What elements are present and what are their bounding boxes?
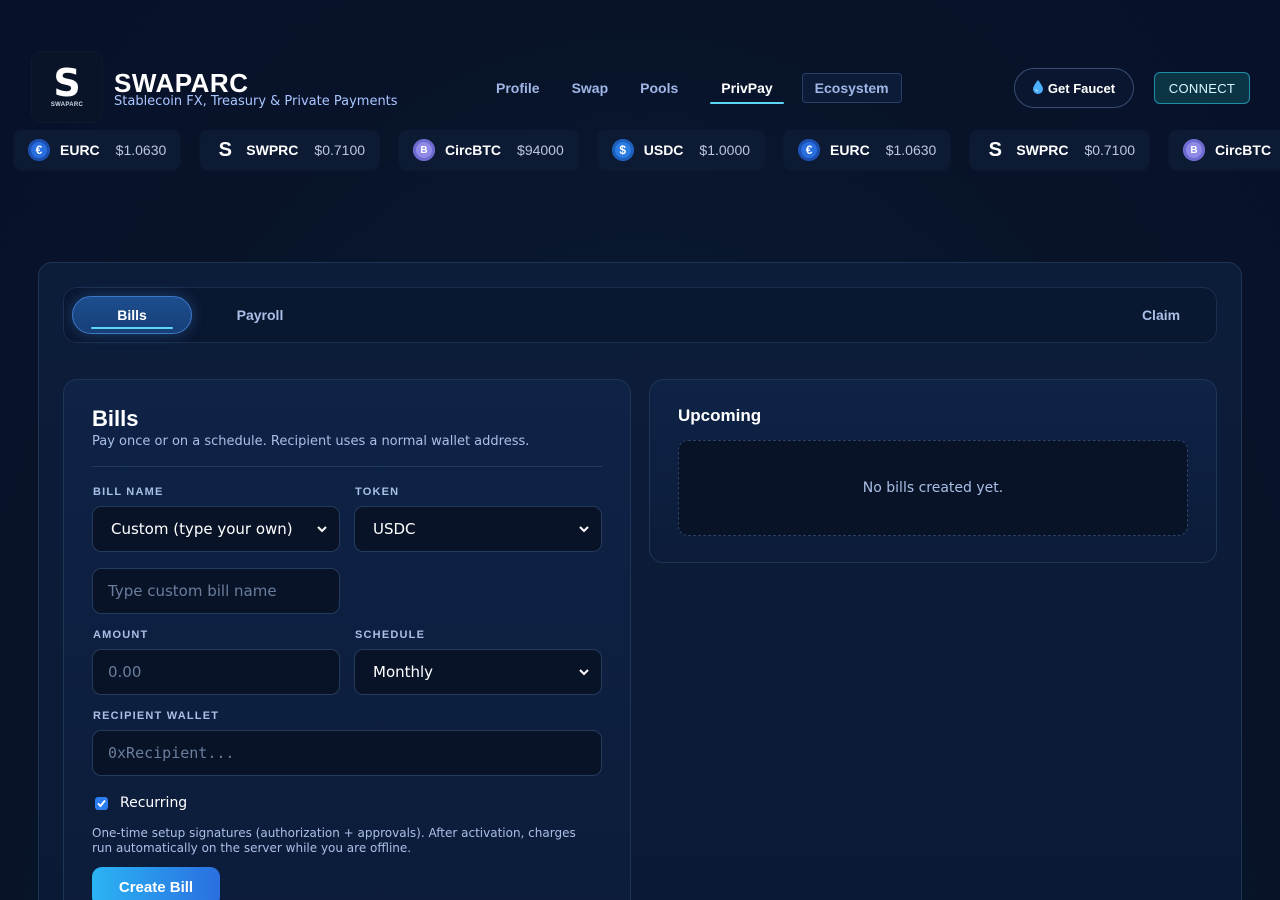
tab-bills[interactable]: Bills xyxy=(72,296,192,334)
custom-bill-name-input[interactable]: Type custom bill name xyxy=(92,568,340,614)
bill-name-select[interactable]: Custom (type your own) xyxy=(92,506,340,552)
ticker-price: $1.0630 xyxy=(115,142,167,158)
token-value: USDC xyxy=(373,520,416,538)
ticker-symbol: SWPRC xyxy=(1016,142,1069,158)
main-nav: Profile Swap Pools PrivPay Ecosystem xyxy=(480,73,902,104)
swprc-coin-icon: S xyxy=(988,138,1002,161)
upcoming-title: Upcoming xyxy=(678,406,762,425)
nav-item-pools[interactable]: Pools xyxy=(624,73,694,103)
ticker-item: B CircBTC $94000 xyxy=(399,130,578,170)
ticker-item: S SWPRC $0.7100 xyxy=(970,130,1150,170)
recurring-toggle[interactable]: Recurring xyxy=(95,795,187,811)
ticker-price: $1.0000 xyxy=(699,142,751,158)
get-faucet-label: Get Faucet xyxy=(1047,80,1116,96)
ticker-symbol: USDC xyxy=(643,142,684,158)
get-faucet-button[interactable]: Get Faucet xyxy=(1014,68,1134,108)
eurc-coin-icon: € xyxy=(798,139,821,161)
create-bill-button[interactable]: Create Bill xyxy=(92,867,220,900)
connect-wallet-button[interactable]: CONNECT xyxy=(1154,72,1250,104)
ticker-price: $0.7100 xyxy=(314,142,366,158)
tab-payroll[interactable]: Payroll xyxy=(218,296,302,334)
ticker-item: $ USDC $1.0000 xyxy=(597,130,765,170)
bill-name-label: BILL NAME xyxy=(93,486,164,498)
bills-description: Pay once or on a schedule. Recipient use… xyxy=(92,434,530,449)
ticker-price: $94000 xyxy=(517,142,564,158)
chevron-down-icon xyxy=(579,526,589,533)
app-logo[interactable]: S SWAPARC xyxy=(32,52,102,122)
nav-item-profile[interactable]: Profile xyxy=(480,73,556,103)
recurring-note: One-time setup signatures (authorization… xyxy=(92,826,576,855)
amount-input[interactable]: 0.00 xyxy=(92,649,340,695)
ticker-track: € EURC $1.0630 S SWPRC $0.7100 B CircBTC $94000 $… xyxy=(14,130,1280,170)
nav-item-privpay[interactable]: PrivPay xyxy=(710,73,785,104)
amount-label: AMOUNT xyxy=(93,629,149,641)
token-select[interactable]: USDC xyxy=(354,506,602,552)
btc-coin-icon: B xyxy=(413,139,436,161)
schedule-value: Monthly xyxy=(373,663,434,681)
recurring-checkbox[interactable] xyxy=(95,796,108,810)
divider xyxy=(92,466,602,467)
schedule-label: SCHEDULE xyxy=(355,629,426,641)
swprc-coin-icon: S xyxy=(218,138,232,161)
ticker-item: € EURC $1.0630 xyxy=(14,130,181,170)
recipient-wallet-label: RECIPIENT WALLET xyxy=(93,710,220,722)
brand-subtitle: Stablecoin FX, Treasury & Private Paymen… xyxy=(114,94,398,109)
ticker-item: € EURC $1.0630 xyxy=(784,130,951,170)
ticker-item: S SWPRC $0.7100 xyxy=(200,130,380,170)
chevron-down-icon xyxy=(317,526,327,533)
check-icon xyxy=(97,799,106,807)
schedule-select[interactable]: Monthly xyxy=(354,649,602,695)
chevron-down-icon xyxy=(579,669,589,676)
eurc-coin-icon: € xyxy=(28,139,50,161)
logo-letter: S xyxy=(53,61,81,105)
water-drop-icon xyxy=(1032,79,1043,97)
usdc-coin-icon: $ xyxy=(611,139,634,161)
token-label: TOKEN xyxy=(355,486,400,498)
btc-coin-icon: B xyxy=(1183,139,1206,161)
ticker-symbol: CircBTC xyxy=(445,142,502,158)
ticker-symbol: CircBTC xyxy=(1215,142,1272,158)
ticker-symbol: EURC xyxy=(830,142,870,158)
logo-wordmark: SWAPARC xyxy=(50,102,84,108)
ticker-symbol: SWPRC xyxy=(246,142,299,158)
recurring-label: Recurring xyxy=(120,795,188,811)
upcoming-empty-state: No bills created yet. xyxy=(678,440,1188,536)
recipient-wallet-input[interactable]: 0xRecipient... xyxy=(92,730,602,776)
nav-item-ecosystem[interactable]: Ecosystem xyxy=(801,73,902,103)
ticker-symbol: EURC xyxy=(60,142,100,158)
ticker-item: BCircBTC$94000 xyxy=(1169,130,1280,170)
nav-item-swap[interactable]: Swap xyxy=(556,73,625,103)
bills-title: Bills xyxy=(92,406,139,431)
tab-claim[interactable]: Claim xyxy=(1126,296,1196,334)
price-ticker: € EURC $1.0630 S SWPRC $0.7100 B CircBTC $94000 $… xyxy=(0,130,1280,172)
ticker-price: $1.0630 xyxy=(885,142,937,158)
ticker-price: $0.7100 xyxy=(1084,142,1136,158)
bill-name-value: Custom (type your own) xyxy=(111,520,293,538)
